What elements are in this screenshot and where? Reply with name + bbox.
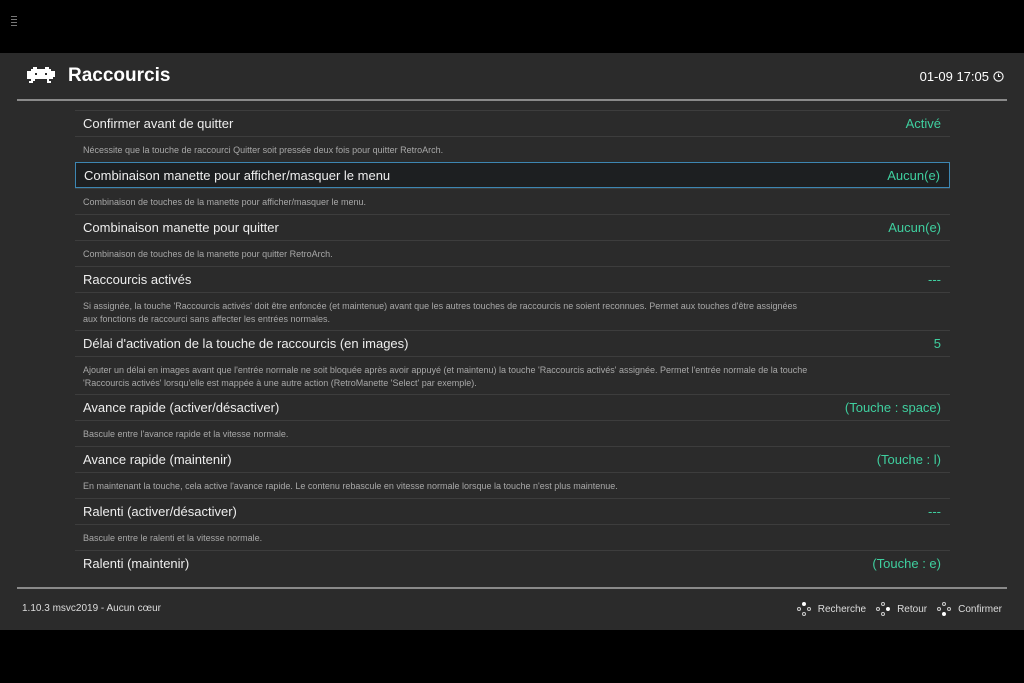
setting-label: Délai d'activation de la touche de racco…: [83, 336, 409, 351]
footer-button-recherche[interactable]: Recherche: [796, 602, 867, 616]
footer-buttons: Recherche Retour Confirmer: [796, 602, 1002, 616]
gamepad-top-button-icon: [796, 602, 811, 616]
setting-value[interactable]: ---: [928, 504, 941, 519]
setting-label: Ralenti (activer/désactiver): [83, 504, 237, 519]
setting-description-text: Ajouter un délai en images avant que l'e…: [83, 365, 808, 388]
setting-description: Bascule entre l'avance rapide et la vite…: [75, 420, 950, 446]
setting-description-text: Combinaison de touches de la manette pou…: [83, 249, 333, 259]
setting-row[interactable]: Ralenti (activer/désactiver) ---: [75, 498, 950, 524]
setting-row[interactable]: Délai d'activation de la touche de racco…: [75, 330, 950, 356]
setting-value[interactable]: Aucun(e): [888, 220, 941, 235]
setting-description-text: Bascule entre l'avance rapide et la vite…: [83, 429, 289, 439]
setting-description-text: En maintenant la touche, cela active l'a…: [83, 481, 618, 491]
setting-row[interactable]: Avance rapide (maintenir) (Touche : l): [75, 446, 950, 472]
setting-row[interactable]: Combinaison manette pour afficher/masque…: [75, 162, 950, 188]
setting-description-text: Nécessite que la touche de raccourci Qui…: [83, 145, 444, 155]
retroarch-logo-icon: [27, 67, 55, 83]
clock-text: 01-09 17:05: [919, 69, 989, 84]
footer-button-retour[interactable]: Retour: [876, 602, 927, 616]
footer-divider: [17, 587, 1007, 589]
footer-button-label: Retour: [897, 603, 928, 615]
setting-description-text: Combinaison de touches de la manette pou…: [83, 197, 366, 207]
setting-row[interactable]: Confirmer avant de quitter Activé: [75, 110, 950, 136]
gamepad-bottom-button-icon: [937, 602, 952, 616]
setting-row[interactable]: Raccourcis activés ---: [75, 266, 950, 292]
setting-description: En maintenant la touche, cela active l'a…: [75, 472, 950, 498]
footer-button-label: Confirmer: [958, 603, 1002, 615]
clock: 01-09 17:05: [920, 69, 1004, 84]
setting-row[interactable]: Avance rapide (activer/désactiver) (Touch…: [75, 394, 950, 420]
header-divider: [17, 99, 1007, 101]
setting-value[interactable]: ---: [928, 272, 941, 287]
setting-label: Ralenti (maintenir): [83, 556, 190, 571]
setting-label: Combinaison manette pour quitter: [83, 220, 279, 235]
setting-description: Ajouter un délai en images avant que l'e…: [75, 356, 950, 394]
settings-list: Confirmer avant de quitter Activé Nécessit…: [75, 110, 950, 576]
setting-label: Avance rapide (maintenir): [83, 452, 232, 467]
setting-description: Bascule entre le ralenti et la vitesse n…: [75, 524, 950, 550]
setting-value[interactable]: 5: [934, 336, 941, 351]
setting-description: Si assignée, la touche 'Raccourcis activ…: [75, 292, 950, 330]
footer-button-confirmer[interactable]: Confirmer: [937, 602, 1002, 616]
setting-label: Avance rapide (activer/désactiver): [83, 400, 280, 415]
page-title: Raccourcis: [68, 65, 171, 86]
setting-description-text: Bascule entre le ralenti et la vitesse n…: [83, 533, 263, 543]
clock-icon: [993, 71, 1004, 82]
menu-panel: Raccourcis 01-09 17:05 Confirmer avant d…: [0, 53, 1024, 630]
setting-row[interactable]: Ralenti (maintenir) (Touche : e): [75, 550, 950, 576]
setting-label: Raccourcis activés: [83, 272, 192, 287]
gamepad-right-button-icon: [876, 602, 891, 616]
setting-value[interactable]: (Touche : space): [845, 400, 941, 415]
setting-description: Combinaison de touches de la manette pou…: [75, 188, 950, 214]
setting-label: Combinaison manette pour afficher/masque…: [84, 167, 391, 183]
footer-button-label: Recherche: [817, 603, 867, 615]
setting-value[interactable]: (Touche : l): [877, 452, 941, 467]
setting-label: Confirmer avant de quitter: [83, 116, 234, 131]
setting-description-text: Si assignée, la touche 'Raccourcis activ…: [83, 301, 798, 324]
setting-description: Combinaison de touches de la manette pou…: [75, 240, 950, 266]
setting-value[interactable]: (Touche : e): [872, 556, 941, 571]
setting-value[interactable]: Aucun(e): [887, 168, 940, 183]
setting-description: Nécessite que la touche de raccourci Qui…: [75, 136, 950, 162]
version-info: 1.10.3 msvc2019 - Aucun cœur: [22, 603, 161, 614]
window-grip-icon[interactable]: [11, 16, 17, 27]
setting-row[interactable]: Combinaison manette pour quitter Aucun(e): [75, 214, 950, 240]
setting-value[interactable]: Activé: [906, 116, 941, 131]
